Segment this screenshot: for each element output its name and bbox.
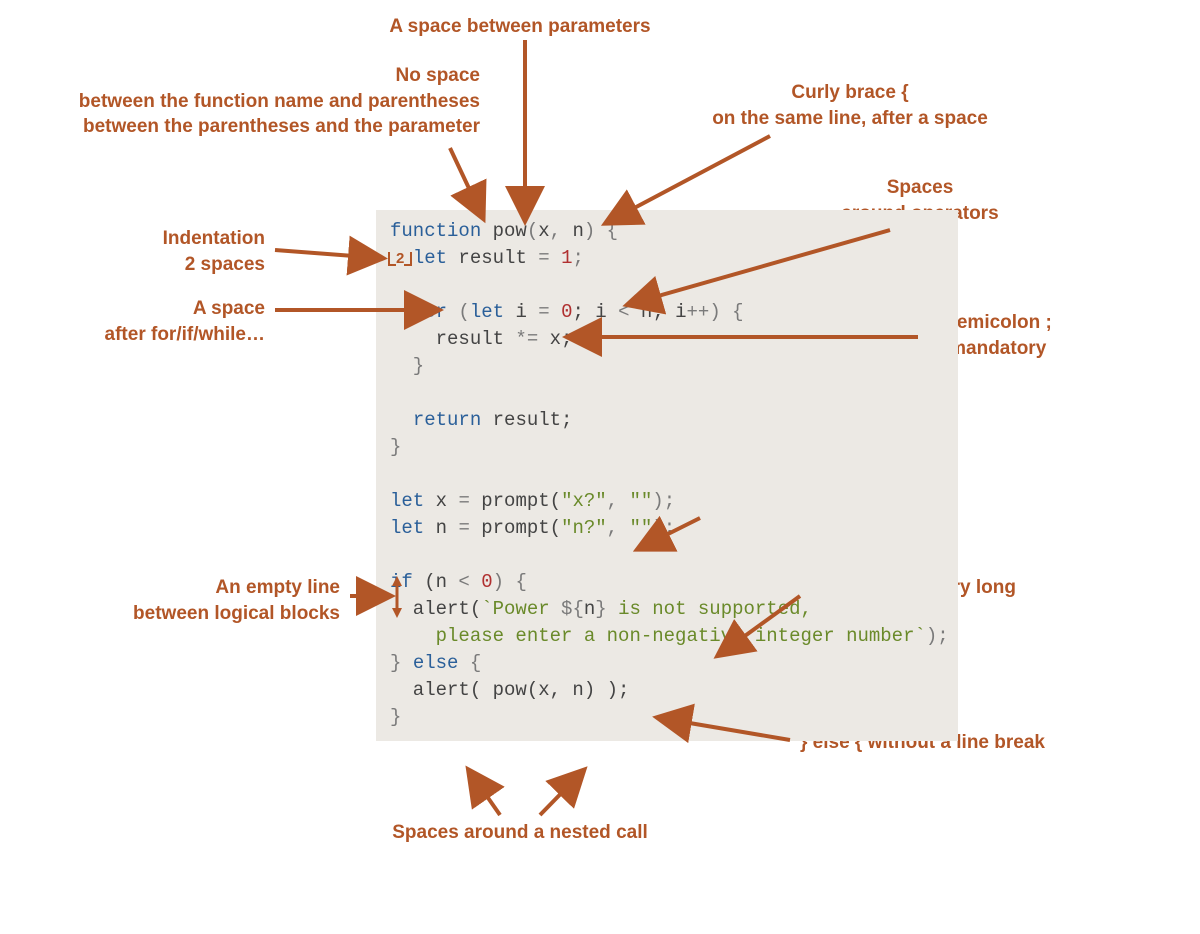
tok: x bbox=[424, 490, 458, 512]
annot-no-space-fn: No space between the function name and p… bbox=[40, 63, 480, 140]
tok: = bbox=[458, 490, 469, 512]
tok: ; bbox=[572, 247, 583, 269]
tok: for bbox=[413, 301, 447, 323]
tok bbox=[470, 571, 481, 593]
tok: "" bbox=[629, 517, 652, 539]
tok: let bbox=[390, 517, 424, 539]
tok: 0 bbox=[481, 571, 492, 593]
tok: result bbox=[390, 328, 515, 350]
tok bbox=[390, 301, 413, 323]
tok: let bbox=[470, 301, 504, 323]
tok: ); bbox=[652, 490, 675, 512]
tok: = bbox=[538, 247, 549, 269]
tok: else bbox=[413, 652, 459, 674]
tok: < bbox=[458, 571, 469, 593]
tok: ) { bbox=[493, 571, 527, 593]
tok: function bbox=[390, 220, 481, 242]
code-block: function pow(x, n) { let result = 1; for… bbox=[376, 210, 958, 741]
tok: n bbox=[424, 517, 458, 539]
tok: `Power bbox=[481, 598, 561, 620]
tok: < bbox=[618, 301, 629, 323]
tok: ${ bbox=[561, 598, 584, 620]
tok: result bbox=[447, 247, 538, 269]
tok: = bbox=[458, 517, 469, 539]
annot-empty-line-blocks: An empty line between logical blocks bbox=[40, 575, 340, 626]
tok: is not supported, bbox=[607, 598, 812, 620]
tok: "x?" bbox=[561, 490, 607, 512]
tok: prompt( bbox=[470, 517, 561, 539]
tok: if bbox=[390, 571, 413, 593]
annot-indent-2: Indentation 2 spaces bbox=[80, 226, 265, 277]
tok: , bbox=[607, 490, 630, 512]
tok: ; i bbox=[573, 301, 619, 323]
tok: } bbox=[390, 355, 424, 377]
tok: } bbox=[390, 652, 413, 674]
tok: let bbox=[390, 490, 424, 512]
tok: return bbox=[413, 409, 481, 431]
tok: = bbox=[538, 301, 549, 323]
tok bbox=[550, 247, 561, 269]
tok: x bbox=[538, 220, 549, 242]
tok: , bbox=[550, 220, 573, 242]
tok: alert( pow(x, n) ); bbox=[390, 679, 629, 701]
tok: ( bbox=[447, 301, 470, 323]
annot-curly-same-line: Curly brace { on the same line, after a … bbox=[680, 80, 1020, 131]
tok: n bbox=[572, 220, 583, 242]
tok: { bbox=[595, 220, 618, 242]
tok: ); bbox=[926, 625, 949, 647]
tok: } bbox=[390, 436, 401, 458]
tok: result; bbox=[481, 409, 572, 431]
annot-spaces-nested-call: Spaces around a nested call bbox=[340, 820, 700, 846]
tok: *= bbox=[515, 328, 538, 350]
tok: (n bbox=[413, 571, 459, 593]
tok: ++ bbox=[687, 301, 710, 323]
tok: ); bbox=[652, 517, 675, 539]
tok bbox=[390, 409, 413, 431]
tok: let bbox=[413, 247, 447, 269]
tok: } bbox=[390, 706, 401, 728]
tok: n; i bbox=[630, 301, 687, 323]
annot-space-after-for: A space after for/if/while… bbox=[80, 296, 265, 347]
tok: ) { bbox=[709, 301, 743, 323]
diagram-stage: A space between parameters No space betw… bbox=[0, 0, 1200, 934]
tok: 0 bbox=[561, 301, 572, 323]
tok: "" bbox=[629, 490, 652, 512]
indent-marker: 2 bbox=[388, 251, 412, 266]
tok: { bbox=[458, 652, 481, 674]
tok: i bbox=[504, 301, 538, 323]
tok: please enter a non-negative integer numb… bbox=[390, 625, 926, 647]
tok: pow bbox=[481, 220, 527, 242]
tok: prompt( bbox=[470, 490, 561, 512]
tok: n bbox=[584, 598, 595, 620]
tok: ( bbox=[527, 220, 538, 242]
tok: } bbox=[595, 598, 606, 620]
annot-space-between-params: A space between parameters bbox=[320, 14, 720, 40]
tok: 1 bbox=[561, 247, 572, 269]
tok: "n?" bbox=[561, 517, 607, 539]
tok: ) bbox=[584, 220, 595, 242]
tok: alert( bbox=[390, 598, 481, 620]
tok: , bbox=[607, 517, 630, 539]
tok bbox=[550, 301, 561, 323]
tok: x; bbox=[538, 328, 572, 350]
